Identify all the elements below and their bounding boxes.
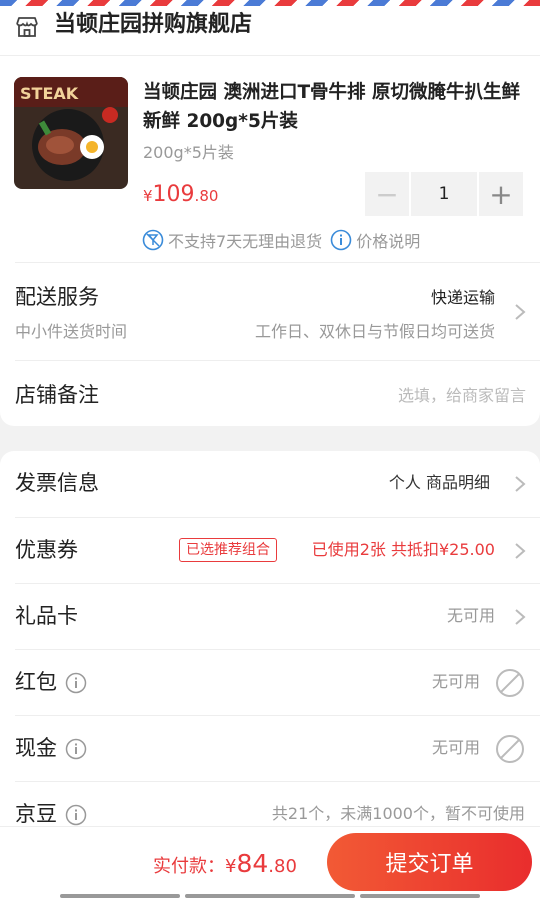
chevron-right-icon	[515, 543, 526, 559]
red-packet-label: 红包	[15, 670, 57, 694]
pay-amount-decimal: .80	[268, 856, 297, 877]
info-icon	[330, 229, 352, 251]
remark-row: 店铺备注 选填，给商家留言	[15, 360, 540, 426]
shop-header[interactable]: 当顿庄园拼购旗舰店	[0, 6, 540, 56]
bottom-bar: 实付款：¥84.80 提交订单	[0, 826, 540, 898]
product-notices: 不支持7天无理由退货 价格说明	[142, 228, 420, 252]
jingdou-label: 京豆	[15, 802, 57, 826]
invoice-row[interactable]: 发票信息 个人 商品明细	[15, 451, 540, 517]
delivery-row[interactable]: 配送服务 快递运输 中小件送货时间 工作日、双休日与节假日均可送货	[15, 262, 540, 360]
payment-options-card: 发票信息 个人 商品明细 优惠券 已选推荐组合 已使用2张 共抵扣¥25.00 …	[0, 451, 540, 831]
red-packet-label-wrap: 红包	[15, 668, 87, 696]
no-return-text: 不支持7天无理由退货	[168, 232, 323, 251]
delivery-label: 配送服务	[15, 285, 99, 309]
home-indicator	[360, 894, 480, 898]
info-icon[interactable]	[65, 738, 87, 760]
product-title[interactable]: 当顿庄园 澳洲进口T骨牛排 原切微腌牛扒生鲜新鲜 200g*5片装	[143, 78, 528, 136]
shop-name[interactable]: 当顿庄园拼购旗舰店	[54, 8, 252, 42]
price-currency: ¥	[143, 187, 153, 205]
product-spec: 200g*5片装	[143, 143, 234, 162]
remark-label: 店铺备注	[15, 383, 99, 407]
cash-label: 现金	[15, 736, 57, 760]
chevron-right-icon	[515, 609, 526, 625]
price-info-text: 价格说明	[356, 232, 421, 251]
price-integer: 109	[152, 182, 195, 207]
delivery-method: 快递运输	[430, 288, 495, 307]
jingdou-value: 共21个，未满1000个，暂不可使用	[271, 804, 525, 823]
info-icon[interactable]	[65, 672, 87, 694]
remark-input[interactable]: 选填，给商家留言	[398, 385, 526, 407]
decrease-button[interactable]: −	[365, 172, 409, 216]
coupon-label: 优惠券	[15, 538, 78, 562]
delivery-sub-label: 中小件送货时间	[15, 322, 128, 341]
pay-amount-integer: 84	[236, 849, 269, 878]
image-label: STEAK	[20, 84, 79, 103]
cash-value: 无可用	[431, 738, 480, 757]
coupon-tag: 已选推荐组合	[179, 538, 277, 562]
coupon-value: 已使用2张 共抵扣¥25.00	[311, 540, 495, 559]
gift-card-value: 无可用	[446, 606, 495, 625]
order-card: 当顿庄园拼购旗舰店 STEAK 当顿庄园 澳洲进口T骨牛排 原切微腌牛扒生鲜新鲜…	[0, 6, 540, 426]
quantity-value[interactable]: 1	[411, 172, 477, 216]
info-icon[interactable]	[65, 804, 87, 826]
price-info-link[interactable]: 价格说明	[330, 228, 420, 252]
jingdou-row: 京豆 共21个，未满1000个，暂不可使用	[15, 781, 540, 831]
store-icon	[16, 17, 38, 37]
pay-currency: ¥	[225, 856, 237, 877]
red-packet-row: 红包 无可用	[15, 649, 540, 715]
coupon-row[interactable]: 优惠券 已选推荐组合 已使用2张 共抵扣¥25.00	[15, 517, 540, 583]
gift-card-label: 礼品卡	[15, 604, 78, 628]
disabled-icon	[496, 669, 524, 697]
disabled-icon	[496, 735, 524, 763]
price-decimal: .80	[194, 187, 219, 205]
total-payment: 实付款：¥84.80	[153, 851, 297, 880]
pay-label: 实付款：	[153, 856, 225, 877]
jingdou-label-wrap: 京豆	[15, 800, 87, 828]
chevron-right-icon	[515, 476, 526, 492]
increase-button[interactable]: +	[479, 172, 523, 216]
cash-row: 现金 无可用	[15, 715, 540, 781]
delivery-sub-value: 工作日、双休日与节假日均可送货	[254, 322, 495, 341]
cash-label-wrap: 现金	[15, 734, 87, 762]
home-indicator	[185, 894, 355, 898]
no-return-icon	[142, 229, 164, 251]
quantity-stepper: − 1 +	[365, 172, 525, 216]
invoice-value: 个人 商品明细	[388, 473, 490, 492]
chevron-right-icon	[515, 304, 526, 320]
product-image[interactable]: STEAK	[14, 77, 128, 189]
home-indicator	[60, 894, 180, 898]
product-price: ¥109.80	[143, 182, 218, 209]
submit-order-button[interactable]: 提交订单	[327, 833, 532, 891]
steak-image: STEAK	[14, 77, 128, 189]
red-packet-value: 无可用	[431, 672, 480, 691]
invoice-label: 发票信息	[15, 471, 99, 495]
gift-card-row[interactable]: 礼品卡 无可用	[15, 583, 540, 649]
